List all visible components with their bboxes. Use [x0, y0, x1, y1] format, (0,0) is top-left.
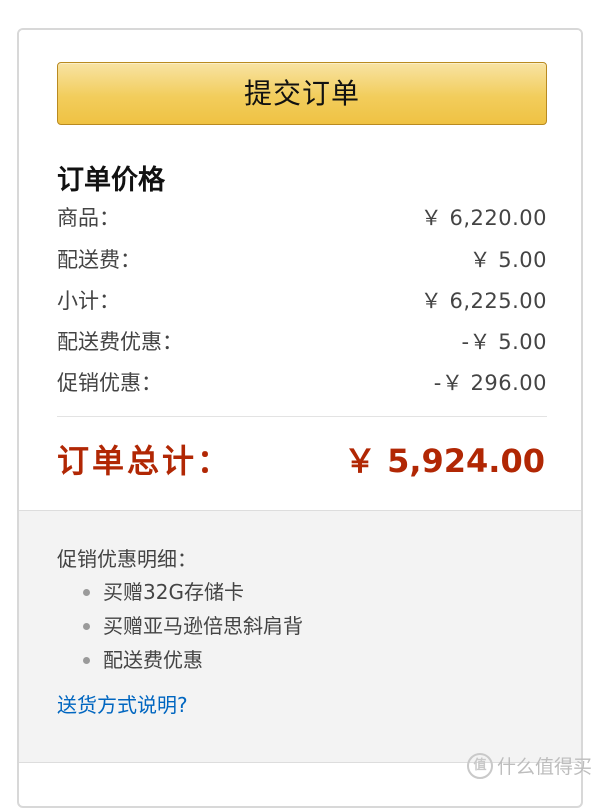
- promotion-item: 买赠32G存储卡: [57, 575, 303, 609]
- promotions-panel: 促销优惠明细： 买赠32G存储卡 买赠亚马逊倍思斜肩背 配送费优惠 送货方式说明…: [19, 510, 581, 763]
- promotions-list: 买赠32G存储卡 买赠亚马逊倍思斜肩背 配送费优惠: [57, 575, 303, 677]
- price-row-label: 配送费优惠：: [57, 330, 183, 354]
- order-price-title: 订单价格: [57, 165, 165, 196]
- order-summary-top: 提交订单 订单价格 商品： ￥ 6,220.00 配送费： ￥ 5.00 小计：…: [19, 30, 581, 510]
- shipping-method-link[interactable]: 送货方式说明?: [57, 689, 188, 718]
- price-row-label: 小计：: [57, 289, 120, 313]
- watermark-logo-icon: 值: [466, 752, 493, 779]
- price-row-items: 商品： ￥ 6,220.00: [57, 202, 547, 232]
- price-row-label: 配送费：: [57, 248, 141, 272]
- price-row-label: 商品：: [57, 206, 120, 230]
- order-summary-card: 提交订单 订单价格 商品： ￥ 6,220.00 配送费： ￥ 5.00 小计：…: [17, 28, 583, 808]
- bullet-icon: [83, 657, 90, 664]
- promotion-item-text: 买赠亚马逊倍思斜肩背: [103, 614, 303, 638]
- price-row-subtotal: 小计： ￥ 6,225.00: [57, 285, 547, 315]
- bullet-icon: [83, 623, 90, 630]
- price-row-value: ￥ 6,225.00: [420, 289, 547, 313]
- order-total-label: 订单总计：: [57, 442, 233, 480]
- promotion-item-text: 配送费优惠: [103, 648, 203, 672]
- watermark: 值 什么值得买: [466, 752, 592, 779]
- summary-divider: [57, 416, 547, 417]
- promotions-title: 促销优惠明细：: [57, 547, 197, 571]
- price-row-shipping: 配送费： ￥ 5.00: [57, 244, 547, 274]
- submit-order-button[interactable]: 提交订单: [57, 62, 547, 125]
- promotion-item: 买赠亚马逊倍思斜肩背: [57, 609, 303, 643]
- bullet-icon: [83, 589, 90, 596]
- price-row-value: ￥ 6,220.00: [420, 206, 547, 230]
- price-row-value: ￥ 5.00: [469, 248, 547, 272]
- price-row-value: -￥ 5.00: [461, 330, 547, 354]
- watermark-text: 什么值得买: [496, 756, 592, 778]
- price-row-label: 促销优惠：: [57, 371, 162, 395]
- price-row-promo-discount: 促销优惠： -￥ 296.00: [57, 367, 547, 397]
- order-total-value: ￥ 5,924.00: [343, 442, 545, 480]
- price-row-shipping-discount: 配送费优惠： -￥ 5.00: [57, 326, 547, 356]
- price-row-value: -￥ 296.00: [433, 371, 547, 395]
- promotion-item: 配送费优惠: [57, 643, 303, 677]
- promotion-item-text: 买赠32G存储卡: [103, 580, 244, 604]
